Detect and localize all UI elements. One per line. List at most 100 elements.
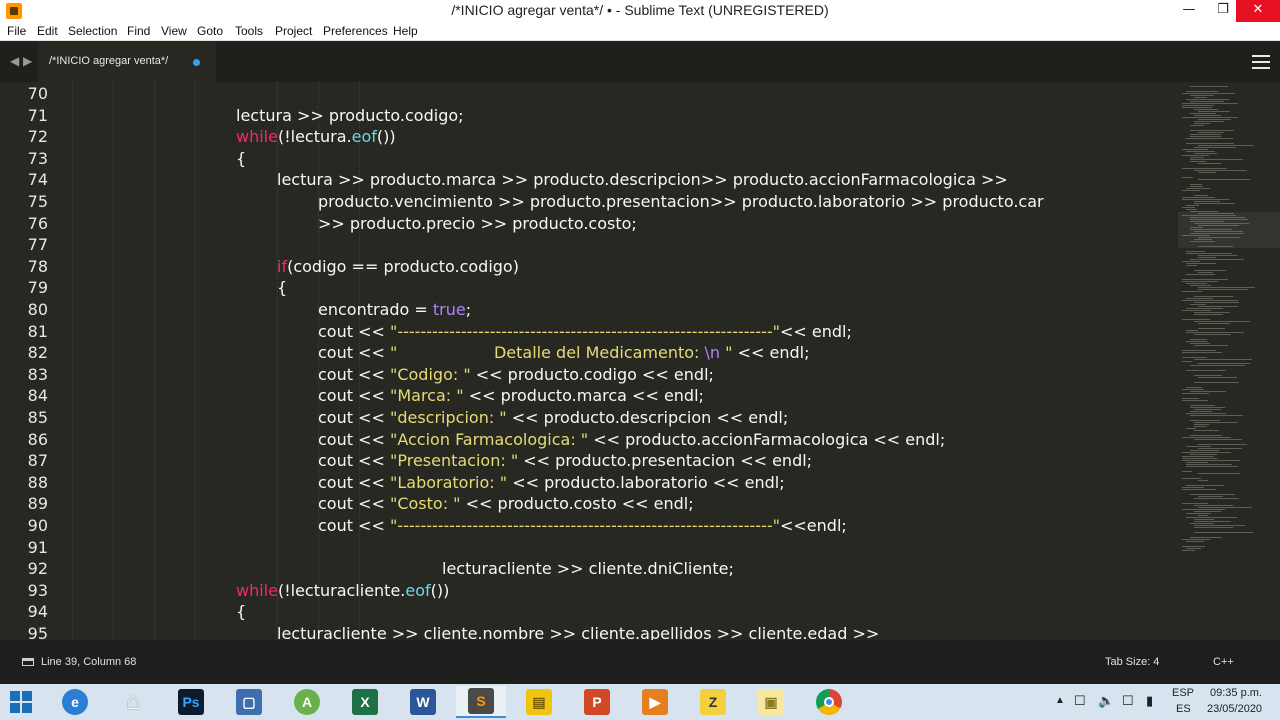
code-line[interactable]: >> producto.precio >> producto.costo; bbox=[318, 213, 637, 235]
code-line[interactable]: while(!lectura.eof()) bbox=[236, 126, 396, 148]
minimap-line bbox=[1182, 197, 1215, 198]
minimap-line bbox=[1190, 285, 1211, 286]
minimap-line bbox=[1198, 328, 1225, 329]
tab-size[interactable]: Tab Size: 4 bbox=[1105, 656, 1159, 668]
close-button[interactable]: ✕ bbox=[1236, 0, 1280, 22]
code-line[interactable]: cout << "-------------------------------… bbox=[318, 515, 847, 537]
zinf-icon[interactable]: Z bbox=[688, 686, 738, 718]
battery-icon[interactable]: ▮ bbox=[1146, 693, 1153, 709]
minimap-line bbox=[1186, 513, 1211, 514]
minimap-line bbox=[1186, 541, 1204, 542]
line-number: 82 bbox=[27, 343, 48, 363]
menu-find[interactable]: Find bbox=[127, 24, 150, 38]
cursor-position[interactable]: Line 39, Column 68 bbox=[41, 656, 136, 668]
network-icon[interactable]: ☐ bbox=[1074, 693, 1086, 709]
media-player-icon[interactable]: ▶ bbox=[630, 686, 680, 718]
language-bottom[interactable]: ES bbox=[1176, 703, 1191, 715]
code-line[interactable]: lectura >> producto.codigo; bbox=[236, 105, 464, 127]
minimap-line bbox=[1198, 237, 1240, 238]
home-icon[interactable]: ⌂ bbox=[108, 686, 158, 718]
language-top[interactable]: ESP bbox=[1172, 687, 1194, 699]
powerpoint-icon[interactable]: P bbox=[572, 686, 622, 718]
code-line[interactable]: producto.vencimiento >> producto.present… bbox=[318, 191, 1044, 213]
tab-next-icon[interactable]: ▶ bbox=[23, 54, 32, 68]
code-line[interactable]: cout << "Costo: " << producto.costo << e… bbox=[318, 493, 694, 515]
menu-tools[interactable]: Tools bbox=[235, 24, 263, 38]
minimize-button[interactable]: — bbox=[1172, 0, 1206, 22]
ie-icon[interactable]: e bbox=[50, 686, 100, 718]
virtualbox-icon[interactable]: ▢ bbox=[224, 686, 274, 718]
code-line[interactable]: cout << "Codigo: " << producto.codigo <<… bbox=[318, 364, 714, 386]
editor[interactable]: 70 71 72 73 74 75 76 77 78 79 80 81 82 83 84 85 86 87 88 89… bbox=[0, 82, 1178, 640]
code-line[interactable]: cout << "Presentacion: " << producto.pre… bbox=[318, 450, 812, 472]
android-studio-icon[interactable]: A bbox=[282, 686, 332, 718]
code-line[interactable]: while(!lecturacliente.eof()) bbox=[236, 580, 449, 602]
code-line[interactable]: cout << "Laboratorio: " << producto.labo… bbox=[318, 472, 785, 494]
menu-hamburger-icon[interactable] bbox=[1252, 55, 1270, 69]
volume-icon[interactable]: 🔈 bbox=[1098, 693, 1114, 709]
line-number: 70 bbox=[27, 84, 48, 103]
minimap-line bbox=[1190, 435, 1222, 436]
tray-expand-icon[interactable]: ▲ bbox=[1055, 695, 1065, 706]
minimap-line bbox=[1182, 352, 1222, 353]
restore-button[interactable]: ❐ bbox=[1206, 0, 1240, 22]
menu-view[interactable]: View bbox=[161, 24, 187, 38]
minimap[interactable] bbox=[1178, 82, 1280, 640]
code-line[interactable]: cout << "-------------------------------… bbox=[318, 321, 852, 343]
code-line[interactable]: cout << "Accion Farmacologica: " << prod… bbox=[318, 429, 945, 451]
minimap-line bbox=[1194, 334, 1231, 335]
menu-goto[interactable]: Goto bbox=[197, 24, 223, 38]
code-line[interactable]: encontrado = true; bbox=[318, 299, 471, 321]
code-line[interactable]: cout << " Detalle del Medicamento: \n " … bbox=[318, 342, 809, 364]
code-line[interactable]: cout << "descripcion: " << producto.desc… bbox=[318, 407, 788, 429]
tab-prev-icon[interactable]: ◀ bbox=[10, 54, 19, 68]
code-token: cout << bbox=[318, 408, 390, 427]
syntax-mode[interactable]: C++ bbox=[1213, 656, 1234, 668]
tab-active[interactable]: /*INICIO agregar venta*/ bbox=[38, 41, 216, 82]
photoshop-icon[interactable]: Ps bbox=[166, 686, 216, 718]
clock-date[interactable]: 23/05/2020 bbox=[1207, 703, 1262, 715]
code-line[interactable]: lecturacliente >> cliente.nombre >> clie… bbox=[277, 623, 879, 640]
file-explorer-icon[interactable]: ▤ bbox=[514, 686, 564, 718]
menu-help[interactable]: Help bbox=[393, 24, 418, 38]
code-line[interactable]: if(codigo == producto.codigo) bbox=[277, 256, 519, 278]
code-line[interactable]: { bbox=[236, 601, 246, 623]
menu-selection[interactable]: Selection bbox=[68, 24, 117, 38]
minimap-line bbox=[1190, 339, 1207, 340]
code-line[interactable]: { bbox=[277, 277, 287, 299]
code-token: ; bbox=[465, 300, 472, 319]
minimap-line bbox=[1182, 471, 1192, 472]
code-area[interactable]: lectura >> producto.codigo; while(!lectur… bbox=[72, 82, 1178, 640]
minimap-line bbox=[1186, 188, 1210, 189]
line-number: 79 bbox=[27, 278, 48, 298]
windows-start-icon[interactable] bbox=[10, 691, 32, 713]
code-token: "Presentacion: " bbox=[389, 451, 519, 471]
code-token: { bbox=[277, 278, 288, 298]
unsaved-dot-icon[interactable] bbox=[193, 59, 200, 66]
code-token: "Laboratorio: " bbox=[389, 472, 508, 492]
minimap-line bbox=[1190, 219, 1248, 220]
word-icon[interactable]: W bbox=[398, 686, 448, 718]
code-line[interactable]: lectura >> producto.marca >> producto.de… bbox=[277, 169, 1008, 191]
menu-file[interactable]: File bbox=[7, 24, 26, 38]
sticky-notes-icon[interactable]: ▣ bbox=[746, 686, 796, 718]
excel-icon[interactable]: X bbox=[340, 686, 390, 718]
code-token: cout << bbox=[318, 364, 390, 384]
code-token: "---------------------------------------… bbox=[389, 321, 780, 341]
code-line[interactable]: { bbox=[236, 148, 246, 170]
minimap-line bbox=[1190, 211, 1218, 212]
sublime-text-icon[interactable]: S bbox=[456, 686, 506, 718]
minimap-line bbox=[1186, 251, 1205, 252]
chrome-icon[interactable] bbox=[804, 686, 854, 718]
console-panel-icon[interactable] bbox=[22, 658, 34, 666]
minimap-line bbox=[1186, 330, 1198, 331]
clock-time[interactable]: 09:35 p.m. bbox=[1210, 687, 1262, 699]
menu-edit[interactable]: Edit bbox=[37, 24, 58, 38]
code-line[interactable]: cout << "Marca: " << producto.marca << e… bbox=[318, 385, 704, 407]
code-token: cout << bbox=[318, 386, 390, 406]
action-center-icon[interactable]: ☐ bbox=[1122, 693, 1134, 709]
minimap-line bbox=[1190, 241, 1215, 242]
menu-preferences[interactable]: Preferences bbox=[323, 24, 388, 38]
menu-project[interactable]: Project bbox=[275, 24, 312, 38]
code-line[interactable]: lecturacliente >> cliente.dniCliente; bbox=[442, 558, 734, 580]
